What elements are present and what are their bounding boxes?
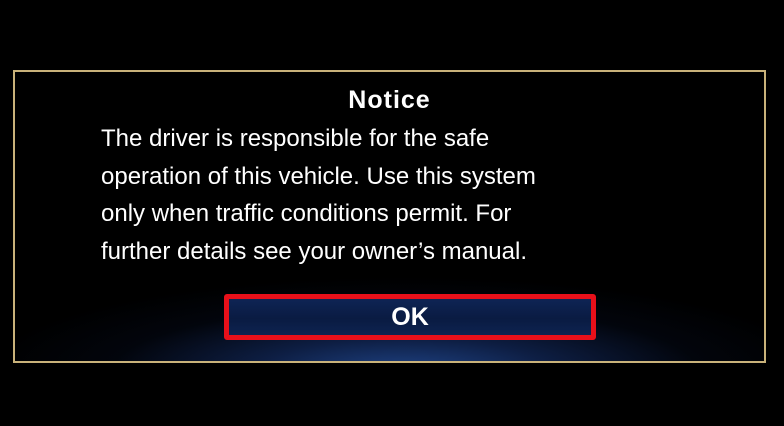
message-line: further details see your owner’s manual.	[101, 237, 527, 265]
message-line: operation of this vehicle. Use this syst…	[101, 162, 536, 190]
dialog-title: Notice	[348, 86, 431, 114]
screen: Notice The driver is responsible for the…	[0, 0, 784, 426]
ok-button[interactable]: OK	[224, 294, 596, 340]
dialog-message: The driver is responsible for the safe o…	[101, 120, 741, 270]
notice-dialog: Notice The driver is responsible for the…	[13, 70, 766, 363]
ok-button-label: OK	[391, 302, 429, 331]
message-line: only when traffic conditions permit. For	[101, 200, 512, 227]
message-line: The driver is responsible for the safe	[101, 125, 490, 152]
